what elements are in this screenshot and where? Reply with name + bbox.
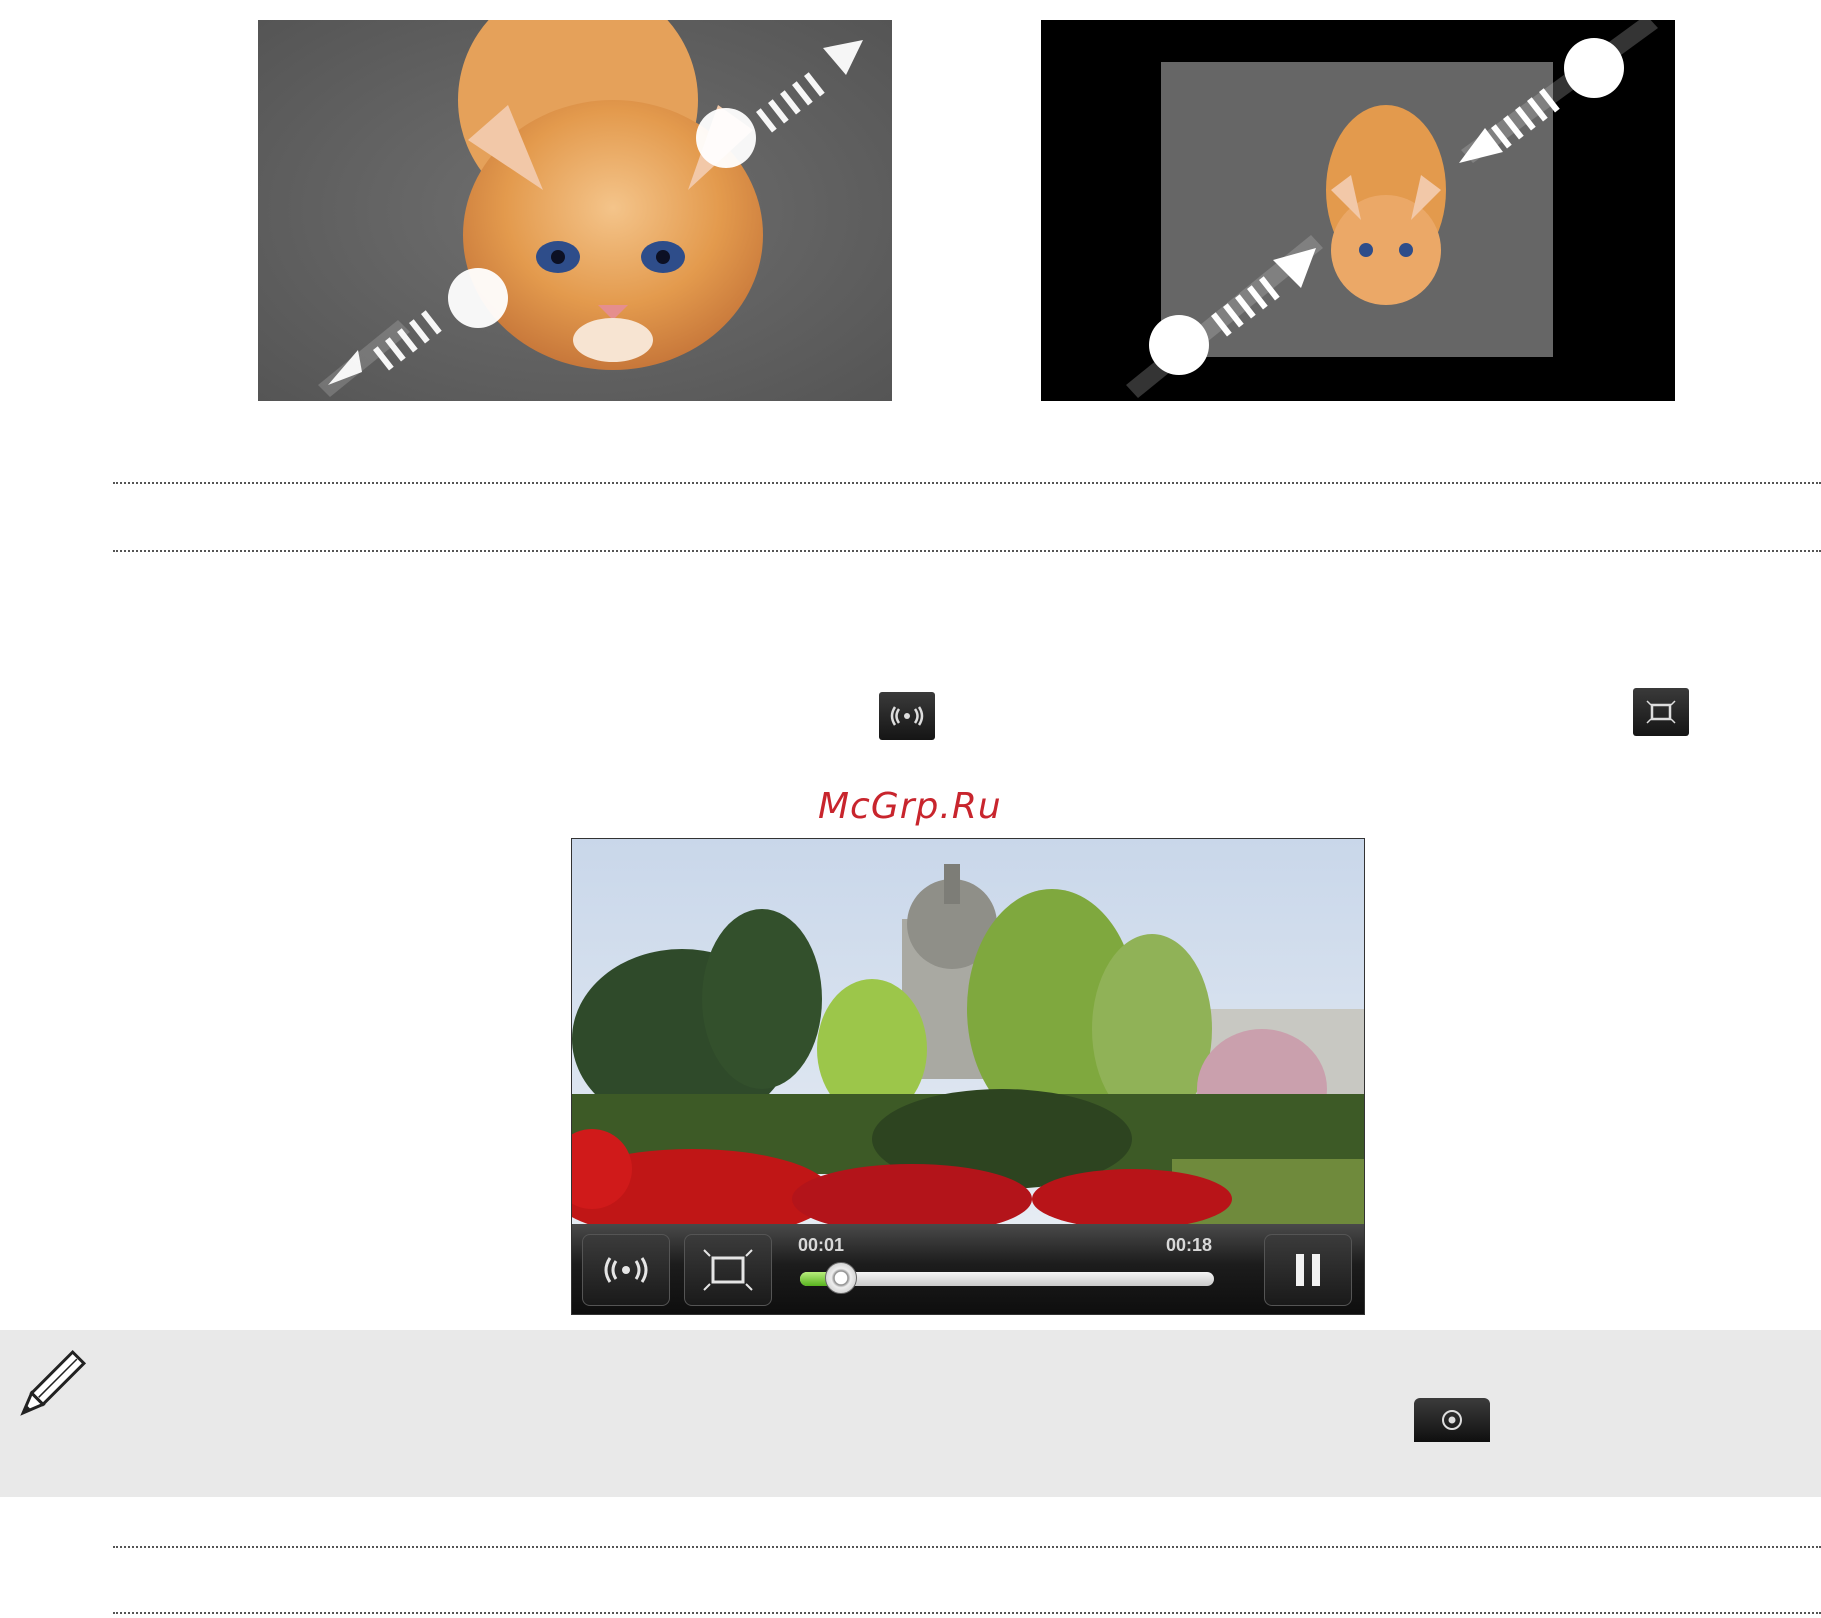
current-time: 00:01	[798, 1235, 845, 1255]
surround-sound-button[interactable]	[582, 1234, 670, 1306]
surround-sound-icon	[604, 1257, 648, 1283]
pause-icon	[1296, 1254, 1320, 1286]
seek-handle[interactable]	[824, 1262, 857, 1294]
full-screen-icon	[703, 1249, 753, 1291]
video-player-screenshot: 00:01 00:18	[571, 838, 1365, 1315]
section-divider	[113, 1546, 1821, 1548]
pause-button[interactable]	[1264, 1234, 1352, 1306]
zoom-in-figure	[258, 20, 892, 401]
section-divider	[113, 1612, 1821, 1614]
video-frame	[572, 839, 1364, 1224]
section-divider	[113, 482, 1821, 484]
pencil-icon	[20, 1349, 87, 1416]
camera-shutter-icon	[1414, 1398, 1490, 1442]
full-screen-icon	[1633, 688, 1689, 736]
seek-bar[interactable]	[800, 1262, 1214, 1294]
playback-controls: 00:01 00:18	[572, 1224, 1364, 1314]
kitten-photo-small	[1326, 105, 1446, 305]
surround-sound-icon	[879, 692, 935, 740]
watermark: McGrp.Ru	[818, 786, 1002, 827]
total-time: 00:18	[1166, 1235, 1213, 1255]
note-box	[0, 1330, 1821, 1497]
zoom-out-figure	[1041, 20, 1675, 401]
screen-size-button[interactable]	[684, 1234, 772, 1306]
section-divider	[113, 550, 1821, 552]
